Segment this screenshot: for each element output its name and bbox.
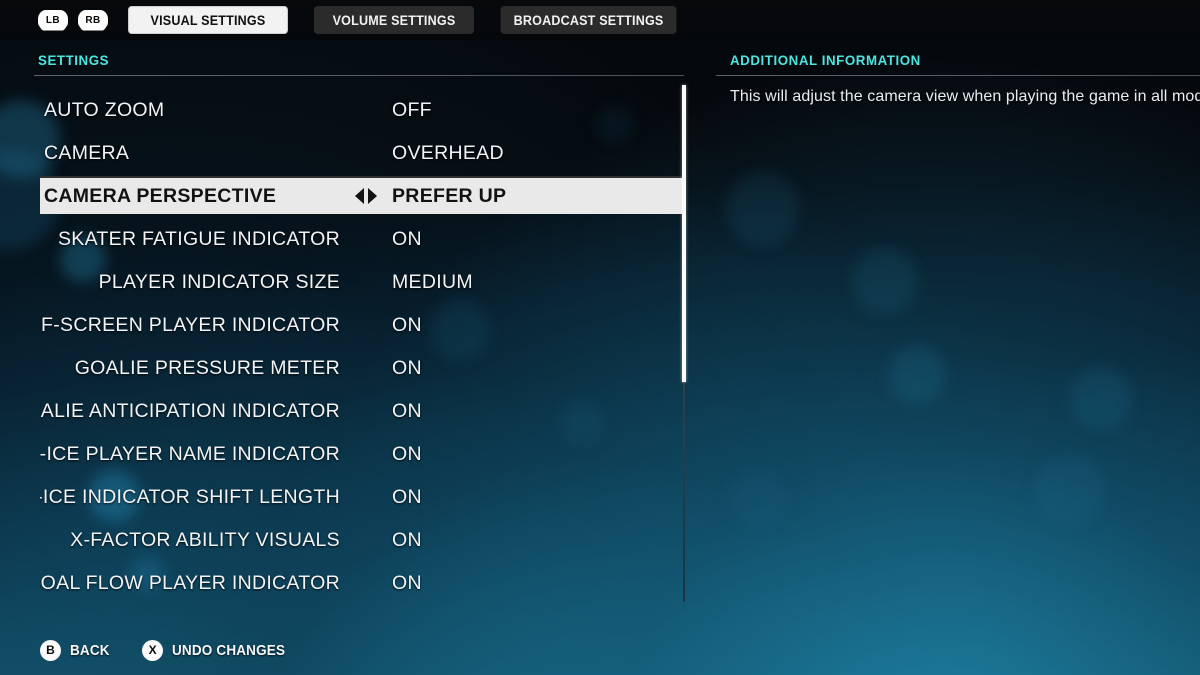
settings-row[interactable]: OFF-SCREEN PLAYER INDICATOR ON xyxy=(40,307,682,343)
b-button-icon: B xyxy=(40,639,61,661)
settings-row-label: OFF-SCREEN PLAYER INDICATOR xyxy=(40,313,340,336)
tab-visual-settings[interactable]: VISUAL SETTINGS xyxy=(128,6,288,34)
settings-row[interactable]: X-FACTOR ABILITY VISUALS ON xyxy=(40,522,682,558)
rb-bumper-icon[interactable]: RB xyxy=(78,9,108,31)
settings-row[interactable]: SKATER FATIGUE INDICATOR ON xyxy=(40,221,682,257)
bokeh-dot xyxy=(888,346,946,404)
bokeh-dot xyxy=(1035,455,1105,525)
settings-row[interactable]: GOALIE PRESSURE METER ON xyxy=(40,350,682,386)
settings-row-label: CAMERA xyxy=(44,141,130,164)
settings-row-value: ON xyxy=(392,571,422,594)
settings-row-label: GOALIE ANTICIPATION INDICATOR xyxy=(40,399,340,422)
settings-divider xyxy=(34,75,684,76)
bokeh-dot xyxy=(730,470,786,526)
settings-row-label: SKATER FATIGUE INDICATOR xyxy=(57,227,340,250)
scrollbar-thumb[interactable] xyxy=(682,85,686,382)
back-button-label: BACK xyxy=(70,641,110,659)
x-button-icon: X xyxy=(142,639,164,661)
settings-list[interactable]: AUTO ZOOM OFF CAMERA OVERHEAD CAMERA PERSPEC… xyxy=(40,85,682,603)
tab-volume-settings[interactable]: VOLUME SETTINGS xyxy=(314,6,474,34)
settings-row-value: PREFER UP xyxy=(392,184,507,207)
settings-row-value: ON xyxy=(392,313,422,336)
settings-row-value: ON xyxy=(392,528,422,551)
bokeh-dot xyxy=(1070,368,1132,430)
additional-information-text: This will adjust the camera view when pl… xyxy=(730,88,1200,105)
settings-row[interactable]: ON-ICE PLAYER NAME INDICATOR ON xyxy=(40,436,682,472)
bokeh-dot xyxy=(726,172,800,246)
info-divider xyxy=(716,75,1200,76)
settings-row-value: ON xyxy=(392,442,422,465)
settings-row-label: ON-ICE POST-GOAL FLOW PLAYER INDICATOR xyxy=(40,571,340,594)
settings-row[interactable]: PLAYER INDICATOR SIZE MEDIUM xyxy=(40,264,682,300)
arrow-right-icon[interactable] xyxy=(368,188,377,204)
additional-information-title: ADDITIONAL INFORMATION xyxy=(730,52,921,68)
arrow-left-icon[interactable] xyxy=(355,188,364,204)
settings-section-title: SETTINGS xyxy=(38,52,110,68)
undo-changes-button[interactable]: X UNDO CHANGES xyxy=(142,639,298,661)
settings-row-label: CAMERA PERSPECTIVE xyxy=(44,184,277,207)
settings-row-label: X-FACTOR ABILITY VISUALS xyxy=(70,528,340,551)
top-tab-bar: LB RB VISUAL SETTINGS VOLUME SETTINGS BR… xyxy=(0,0,1200,40)
settings-row-value: ON xyxy=(392,485,422,508)
lb-bumper-icon[interactable]: LB xyxy=(38,9,68,31)
settings-row-value: MEDIUM xyxy=(392,270,473,293)
tab-broadcast-settings[interactable]: BROADCAST SETTINGS xyxy=(500,6,677,34)
settings-row[interactable]: CAMERA PERSPECTIVE PREFER UP xyxy=(40,176,682,214)
settings-row-label: ON-ICE PLAYER NAME INDICATOR xyxy=(40,442,340,465)
settings-row-label: PLAYER INDICATOR SIZE xyxy=(98,270,340,293)
settings-row-value: ON xyxy=(392,399,422,422)
back-button[interactable]: B BACK xyxy=(40,639,114,661)
bokeh-dot xyxy=(852,248,918,314)
settings-row[interactable]: ON-ICE INDICATOR SHIFT LENGTH ON xyxy=(40,479,682,515)
settings-row-label: AUTO ZOOM xyxy=(44,98,165,121)
settings-row-label: GOALIE PRESSURE METER xyxy=(74,356,340,379)
settings-row-value: OFF xyxy=(392,98,432,121)
settings-row-value: ON xyxy=(392,227,422,250)
bottom-hint-bar: B BACK X UNDO CHANGES xyxy=(0,625,1200,675)
undo-changes-button-label: UNDO CHANGES xyxy=(172,641,286,659)
settings-row-value: ON xyxy=(392,356,422,379)
settings-row-label: ON-ICE INDICATOR SHIFT LENGTH xyxy=(40,485,340,508)
settings-row[interactable]: GOALIE ANTICIPATION INDICATOR ON xyxy=(40,393,682,429)
value-stepper-arrows[interactable] xyxy=(355,188,377,204)
settings-row[interactable]: AUTO ZOOM OFF xyxy=(40,92,682,128)
settings-row[interactable]: CAMERA OVERHEAD xyxy=(40,135,682,171)
settings-row-value: OVERHEAD xyxy=(392,141,504,164)
settings-row[interactable]: ON-ICE POST-GOAL FLOW PLAYER INDICATOR ON xyxy=(40,565,682,601)
